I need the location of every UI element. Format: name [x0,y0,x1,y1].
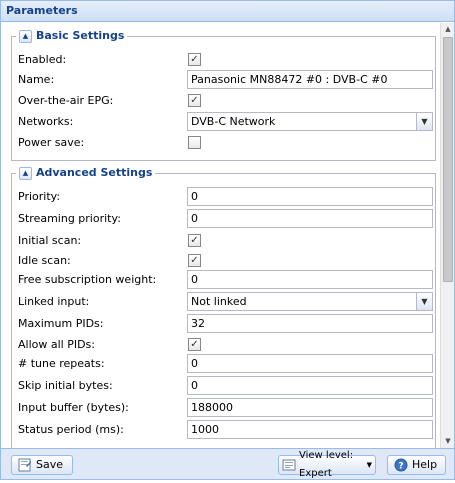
view-level-label: View level: Expert [299,450,354,479]
streaming-priority-label: Streaming priority: [18,212,121,225]
networks-select[interactable]: DVB-C Network ▼ [187,112,433,131]
priority-label: Priority: [18,190,61,203]
basic-settings-fieldset: ▲ Basic Settings Enabled: ✓ Name: Panaso… [11,29,436,161]
allow-all-pids-checkbox[interactable]: ✓ [188,338,201,351]
initial-scan-label: Initial scan: [18,234,82,247]
help-icon: ? [394,458,408,472]
view-level-icon [282,458,296,472]
free-sub-weight-label: Free subscription weight: [18,273,157,286]
input-buffer-input[interactable]: 188000 [187,398,433,417]
advanced-settings-legend: ▲ Advanced Settings [16,166,156,180]
view-level-button[interactable]: View level: Expert ▼ [278,450,376,479]
advanced-settings-title: Advanced Settings [36,166,153,179]
idle-scan-label: Idle scan: [18,254,71,267]
skip-initial-bytes-label: Skip initial bytes: [18,379,113,392]
scroll-up-icon[interactable]: ▲ [442,23,454,36]
panel-title: Parameters [1,1,454,22]
idle-scan-checkbox[interactable]: ✓ [188,254,201,267]
input-buffer-label: Input buffer (bytes): [18,401,129,414]
linked-input-label: Linked input: [18,295,90,308]
skip-initial-bytes-input[interactable]: 0 [187,376,433,395]
advanced-settings-fieldset: ▲ Advanced Settings Priority: 0 Streamin… [11,166,436,448]
networks-value: DVB-C Network [191,115,276,128]
name-label: Name: [18,73,55,86]
save-button[interactable]: Save [11,455,73,475]
max-pids-label: Maximum PIDs: [18,317,104,330]
networks-label: Networks: [18,115,74,128]
ota-epg-label: Over-the-air EPG: [18,94,114,107]
linked-input-select[interactable]: Not linked ▼ [187,292,433,311]
basic-settings-title: Basic Settings [36,29,125,42]
footer-toolbar: Save View level: Expert ▼ ? Help [1,448,454,479]
enabled-label: Enabled: [18,53,67,66]
chevron-down-icon: ▼ [366,461,372,469]
enabled-checkbox[interactable]: ✓ [188,53,201,66]
vertical-scrollbar[interactable]: ▲ ▼ [440,23,454,448]
scroll-thumb[interactable] [443,37,453,282]
priority-input[interactable]: 0 [187,187,433,206]
basic-settings-legend: ▲ Basic Settings [16,29,128,43]
status-period-label: Status period (ms): [18,423,124,436]
svg-text:?: ? [398,462,403,472]
save-icon [18,458,32,472]
allow-all-pids-label: Allow all PIDs: [18,338,95,351]
power-save-label: Power save: [18,136,85,149]
help-button[interactable]: ? Help [387,455,446,475]
name-input[interactable]: Panasonic MN88472 #0 : DVB-C #0 [187,70,433,89]
tune-repeats-input[interactable]: 0 [187,354,433,373]
chevron-down-icon[interactable]: ▼ [416,113,432,130]
ota-epg-checkbox[interactable]: ✓ [188,94,201,107]
power-save-checkbox[interactable] [188,136,201,149]
collapse-icon[interactable]: ▲ [19,166,32,180]
save-label: Save [36,458,64,471]
linked-input-value: Not linked [191,295,247,308]
parameters-form: ▲ Basic Settings Enabled: ✓ Name: Panaso… [1,23,454,448]
tune-repeats-label: # tune repeats: [18,357,105,370]
status-period-input[interactable]: 1000 [187,420,433,439]
chevron-down-icon[interactable]: ▼ [416,293,432,310]
free-sub-weight-input[interactable]: 0 [187,270,433,289]
streaming-priority-input[interactable]: 0 [187,209,433,228]
help-label: Help [412,458,438,471]
scroll-down-icon[interactable]: ▼ [442,435,454,448]
parameters-panel: Parameters ▲ Basic Settings Enabled: ✓ N… [0,0,455,480]
max-pids-input[interactable]: 32 [187,314,433,333]
collapse-icon[interactable]: ▲ [19,29,32,43]
initial-scan-checkbox[interactable]: ✓ [188,234,201,247]
